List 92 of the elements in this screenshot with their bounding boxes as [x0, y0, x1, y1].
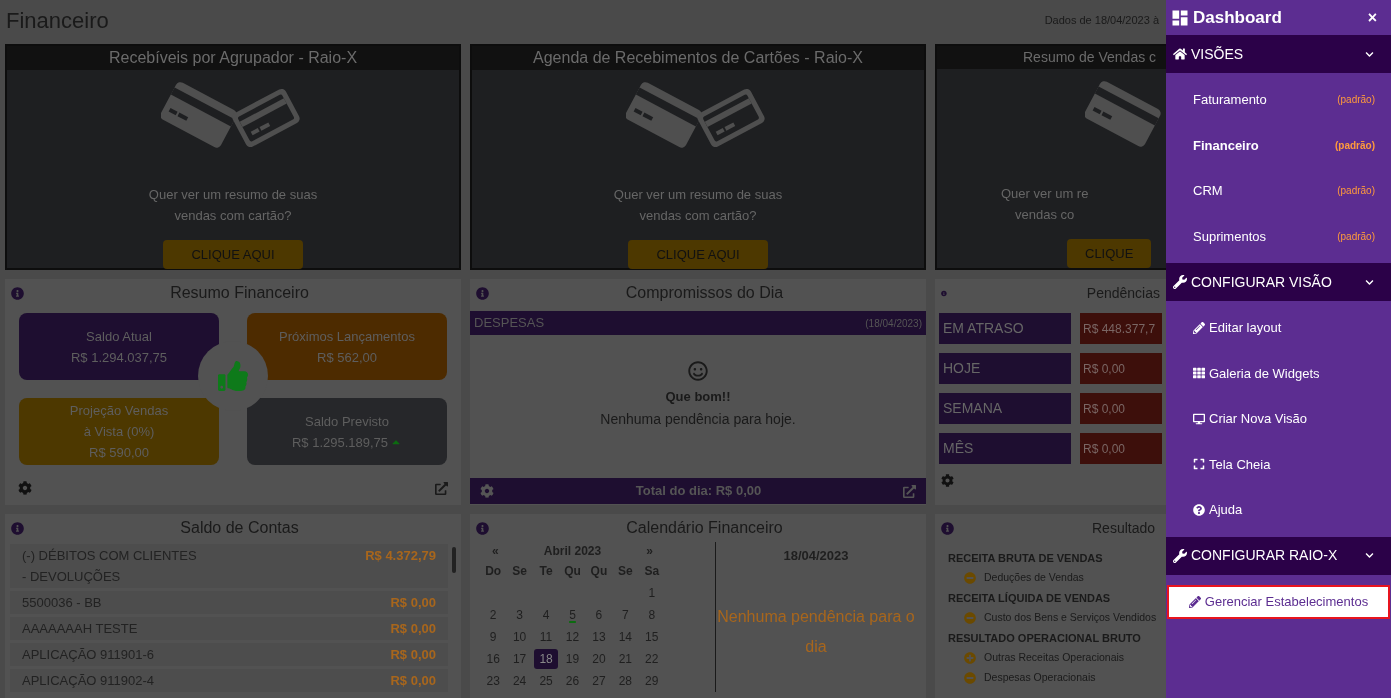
- account-balance: R$ 0,00: [390, 672, 436, 690]
- widget-title: Resumo de Vendas c: [1023, 48, 1157, 67]
- external-link-icon[interactable]: [435, 481, 448, 495]
- sidebar-item[interactable]: Galeria de Widgets: [1166, 350, 1391, 396]
- thumbs-up-icon: [218, 361, 248, 391]
- info-icon[interactable]: [941, 521, 954, 535]
- period-value: R$ 0,00: [1080, 433, 1162, 464]
- grid-icon: [1193, 367, 1205, 380]
- sidebar-item[interactable]: Criar Nova Visão: [1166, 396, 1391, 442]
- widget-text: vendas com cartão?: [174, 207, 292, 225]
- tile-label: Projeção Vendas: [69, 402, 169, 420]
- widget-text: Quer ver um re: [1001, 185, 1089, 203]
- account-balance: R$ 0,00: [390, 646, 436, 664]
- previous-month-button[interactable]: «: [492, 542, 499, 560]
- tile-value: R$ 1.295.189,75: [291, 433, 389, 452]
- period-label: SEMANA: [939, 393, 1071, 424]
- day-total: Total do dia: R$ 0,00: [635, 482, 762, 501]
- sidebar-item[interactable]: Financeiro (padrão): [1166, 122, 1391, 168]
- info-icon[interactable]: [11, 521, 24, 535]
- sidebar-item[interactable]: Ajuda: [1166, 487, 1391, 533]
- close-button[interactable]: ×: [1367, 5, 1387, 30]
- result-group: RECEITA BRUTA DE VENDAS: [948, 548, 1103, 568]
- sidebar-item[interactable]: Suprimentos (padrão): [1166, 213, 1391, 259]
- sidebar-item[interactable]: Tela Cheia: [1166, 441, 1391, 487]
- tile-value: R$ 562,00: [317, 348, 377, 367]
- account-balance: R$ 0,00: [390, 594, 436, 612]
- next-month-button[interactable]: »: [646, 542, 653, 560]
- panel-title: Compromissos do Dia: [625, 283, 784, 303]
- click-here-button[interactable]: CLIQUE AQUI: [628, 240, 768, 269]
- period-label: HOJE: [939, 353, 1071, 384]
- category-date: (18/04/2023): [865, 316, 922, 331]
- pencil-icon: [1193, 321, 1205, 334]
- result-group: RECEITA LÍQUIDA DE VENDAS: [948, 588, 1111, 608]
- sidebar-item[interactable]: Faturamento (padrão): [1166, 77, 1391, 123]
- empty-heading: Que bom!!: [665, 388, 731, 406]
- section-header[interactable]: CONFIGURAR RAIO-X: [1166, 536, 1391, 575]
- period-value: R$ 0,00: [1080, 353, 1162, 384]
- info-icon[interactable]: [476, 521, 489, 535]
- sidebar-item[interactable]: Gerenciar Estabelecimentos: [1167, 584, 1390, 619]
- section-header[interactable]: VISÕES: [1166, 35, 1391, 73]
- widget-text: Quer ver um resumo de suas: [613, 186, 783, 204]
- widget-text: vendas co: [1015, 206, 1075, 224]
- click-here-button[interactable]: CLIQUE AQUI: [163, 240, 303, 269]
- sidebar-item[interactable]: CRM (padrão): [1166, 168, 1391, 214]
- panel-title: Resumo Financeiro: [170, 283, 309, 303]
- panel-title: Calendário Financeiro: [626, 518, 783, 538]
- expand-icon: [1193, 458, 1205, 471]
- sidebar-title: Dashboard: [1193, 6, 1282, 29]
- account-balance: R$ 4.372,79: [365, 547, 436, 565]
- tile-label: Saldo Atual: [86, 327, 152, 346]
- settings-icon[interactable]: [18, 481, 32, 495]
- panel-title: Resultado: [1092, 518, 1156, 538]
- chevron-icon: [1365, 551, 1374, 560]
- chevron-icon: [1365, 277, 1374, 287]
- widget-text: vendas com cartão?: [639, 207, 757, 225]
- external-link-icon[interactable]: [903, 484, 916, 498]
- info-icon[interactable]: [11, 286, 24, 300]
- sidebar-item[interactable]: Editar layout: [1166, 305, 1391, 351]
- monitor-icon: [1193, 412, 1205, 425]
- empty-message: Nenhuma pendência para hoje.: [600, 409, 796, 429]
- tile-label: Saldo Previsto: [305, 412, 389, 431]
- smiley-icon: [688, 361, 708, 381]
- chevron-icon: [1365, 49, 1374, 59]
- settings-icon[interactable]: [941, 474, 954, 487]
- wrench-icon: [1173, 548, 1187, 563]
- category-label: DESPESAS: [474, 314, 545, 333]
- tile-value: R$ 1.294.037,75: [70, 348, 168, 367]
- help-icon: [1193, 503, 1205, 516]
- tile-label: Próximos Lançamentos: [279, 327, 415, 346]
- settings-icon[interactable]: [480, 484, 494, 498]
- widget-title: Recebíveis por Agrupador - Raio-X: [108, 48, 358, 68]
- account-balance: R$ 0,00: [390, 620, 436, 638]
- widget-text: Quer ver um resumo de suas: [148, 186, 318, 204]
- info-icon[interactable]: [476, 286, 489, 300]
- pencil-icon: [1188, 595, 1201, 608]
- period-label: EM ATRASO: [939, 313, 1071, 344]
- wrench-icon: [1173, 275, 1187, 289]
- tile-label: à Vista (0%): [83, 423, 155, 441]
- tile-value: R$ 590,00: [89, 444, 149, 462]
- period-label: MÊS: [939, 433, 1071, 464]
- panel-title: Pendências: [1086, 283, 1160, 303]
- widget-title: Agenda de Recebimentos de Cartões - Raio-X: [533, 48, 863, 68]
- panel-title: Saldo de Contas: [180, 518, 299, 538]
- result-group: RESULTADO OPERACIONAL BRUTO: [948, 628, 1141, 648]
- calendar-day[interactable]: 18: [534, 649, 559, 669]
- period-value: R$ 448.377,7: [1080, 313, 1162, 344]
- section-header[interactable]: CONFIGURAR VISÃO: [1166, 263, 1391, 301]
- scrollbar[interactable]: [452, 547, 456, 573]
- home-icon: [1173, 47, 1187, 61]
- period-value: R$ 0,00: [1080, 393, 1162, 424]
- day-message: Nenhuma pendência para o dia: [716, 606, 916, 657]
- click-here-button[interactable]: CLIQUE: [1067, 239, 1152, 268]
